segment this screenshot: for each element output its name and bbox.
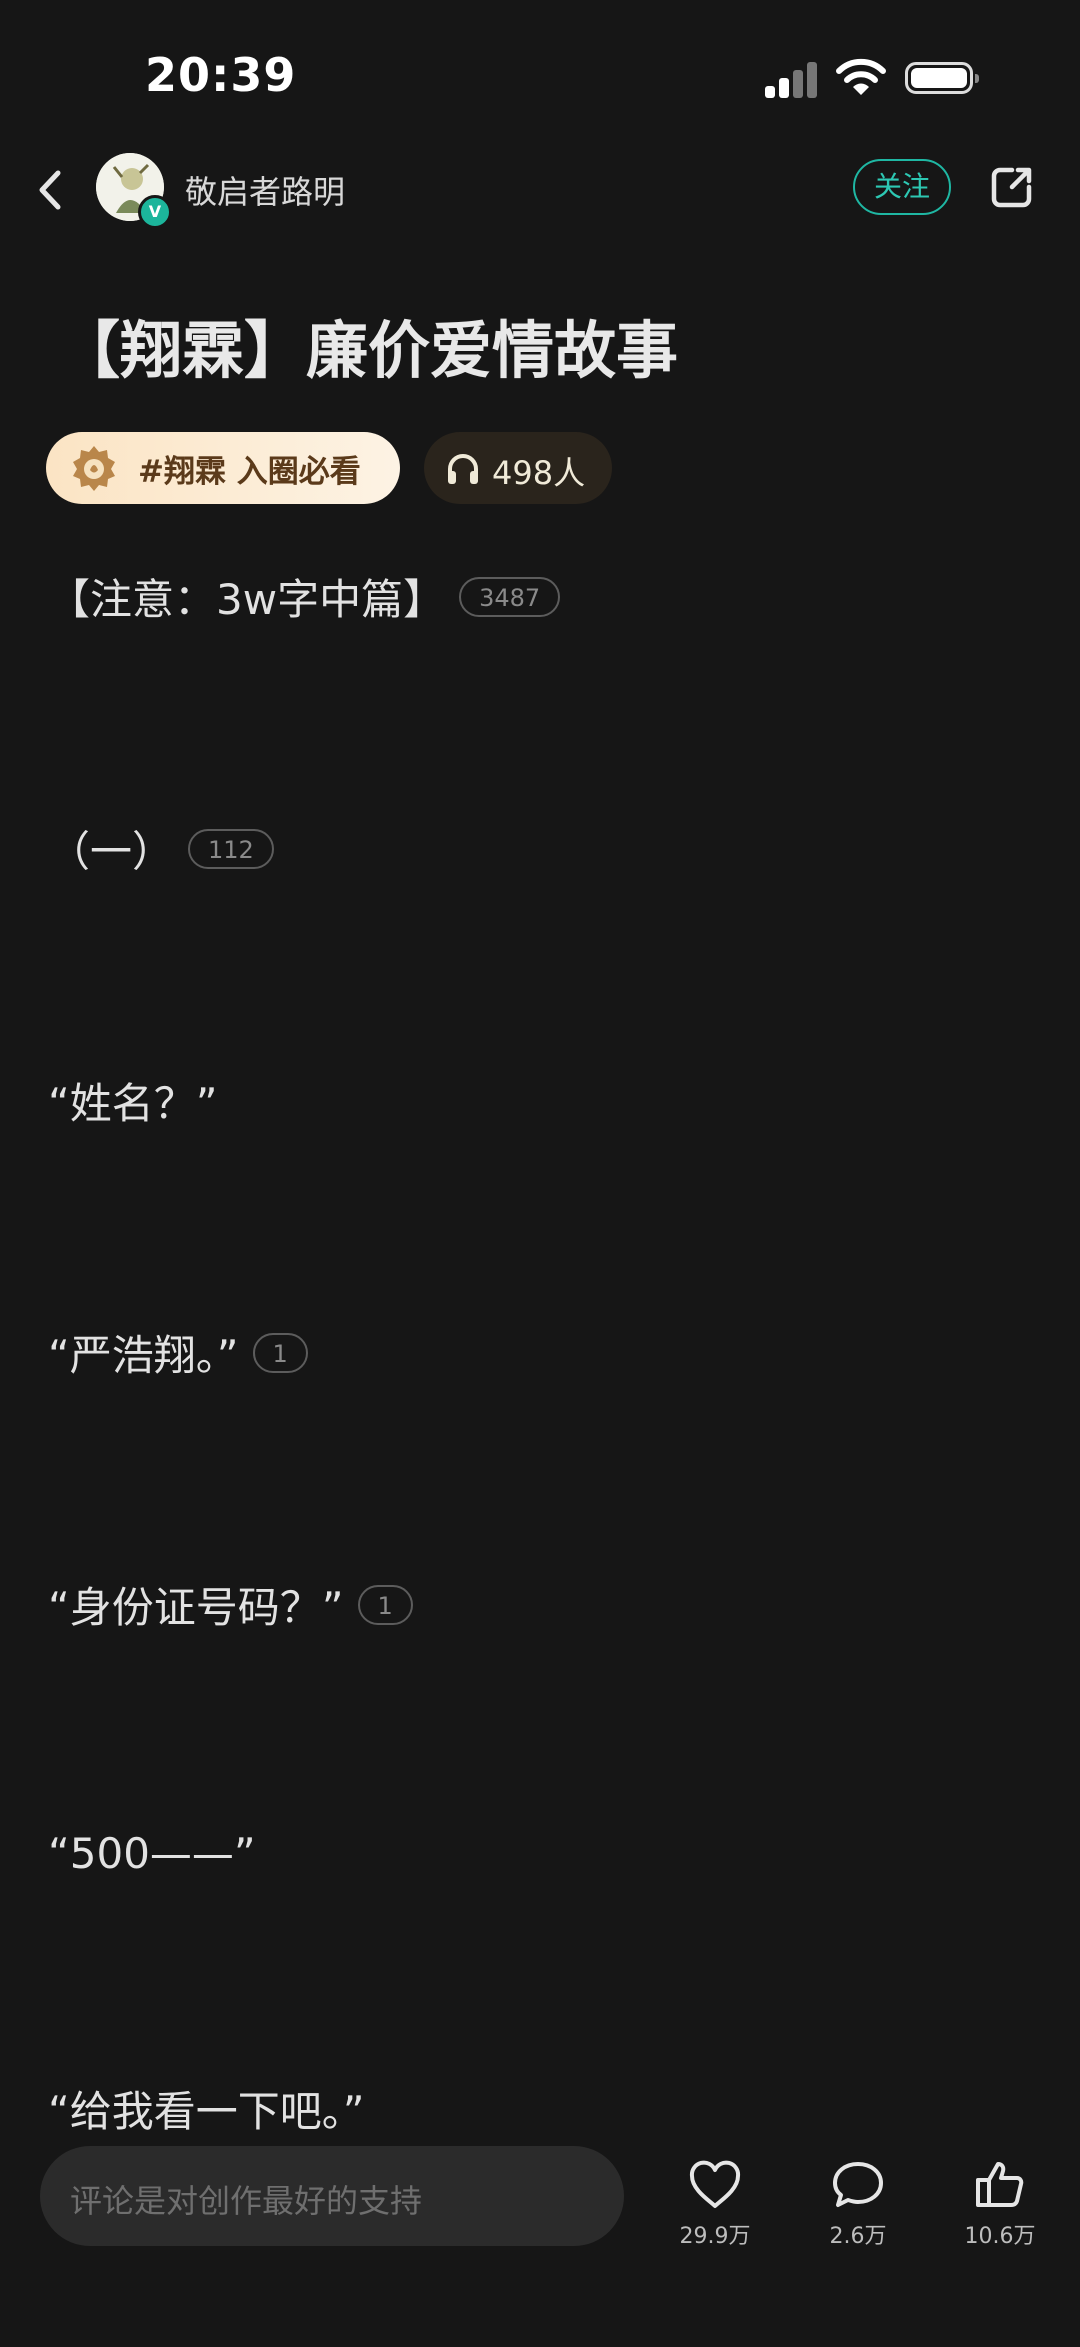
paragraph: “500——”	[48, 1826, 256, 1878]
paragraph-text: “严浩翔。”	[48, 1331, 239, 1380]
paragraph-text: “姓名？”	[48, 1079, 218, 1128]
paragraph-comment-count[interactable]: 112	[188, 828, 274, 869]
paragraph: “姓名？”	[48, 1070, 218, 1131]
paragraph-text: “500——”	[48, 1829, 256, 1878]
wifi-icon	[836, 58, 886, 95]
topic-tag-label: #翔霖 入圈必看	[138, 454, 361, 490]
paragraph-text: （一）	[48, 827, 175, 876]
heart-icon	[689, 2160, 741, 2208]
comment-bubble-icon	[833, 2162, 883, 2207]
bottom-action-bar: 评论是对创作最好的支持 29.9万 2.6万 10.6万	[0, 2130, 1080, 2347]
paragraph-text: “给我看一下吧。”	[48, 2087, 365, 2136]
listen-button[interactable]: 498人	[424, 432, 612, 504]
paragraph-comment-count[interactable]: 1	[357, 1584, 413, 1625]
listener-count: 498人	[492, 454, 586, 492]
verified-badge-icon: V	[138, 195, 172, 229]
paragraph: 【注意：3w字中篇】 3487	[48, 566, 561, 627]
top-nav: V 敬启者路明 关注	[0, 145, 1080, 235]
like-count: 29.9万	[679, 2224, 751, 2249]
paragraph: “严浩翔。” 1	[48, 1322, 308, 1383]
comment-button[interactable]: 2.6万	[798, 2160, 918, 2250]
headphones-icon	[448, 454, 478, 484]
signal-icon	[765, 62, 821, 98]
back-arrow-icon[interactable]	[30, 165, 70, 215]
like-button[interactable]: 29.9万	[655, 2160, 775, 2250]
topic-badge-icon	[73, 446, 115, 491]
comment-placeholder: 评论是对创作最好的支持	[70, 2182, 423, 2220]
thumbs-up-icon	[976, 2162, 1024, 2207]
follow-button[interactable]: 关注	[853, 159, 951, 215]
paragraph-text: “身份证号码？”	[48, 1583, 344, 1632]
article-title: 【翔霖】廉价爱情故事	[58, 314, 679, 387]
comment-count: 2.6万	[829, 2224, 887, 2249]
status-bar: 20:39	[0, 0, 1080, 150]
author-name[interactable]: 敬启者路明	[185, 167, 345, 213]
paragraph: “身份证号码？” 1	[48, 1574, 413, 1635]
status-time: 20:39	[145, 48, 297, 102]
share-icon[interactable]	[990, 165, 1034, 209]
comment-input[interactable]: 评论是对创作最好的支持	[40, 2146, 624, 2246]
battery-icon	[905, 62, 979, 94]
paragraph: （一） 112	[48, 818, 274, 879]
paragraph-text: 【注意：3w字中篇】	[48, 575, 446, 624]
topic-tag[interactable]: #翔霖 入圈必看	[46, 432, 400, 504]
thumbs-up-count: 10.6万	[964, 2224, 1036, 2249]
thumbs-up-button[interactable]: 10.6万	[940, 2160, 1060, 2250]
paragraph-comment-count[interactable]: 3487	[459, 576, 561, 617]
paragraph-comment-count[interactable]: 1	[252, 1332, 308, 1373]
